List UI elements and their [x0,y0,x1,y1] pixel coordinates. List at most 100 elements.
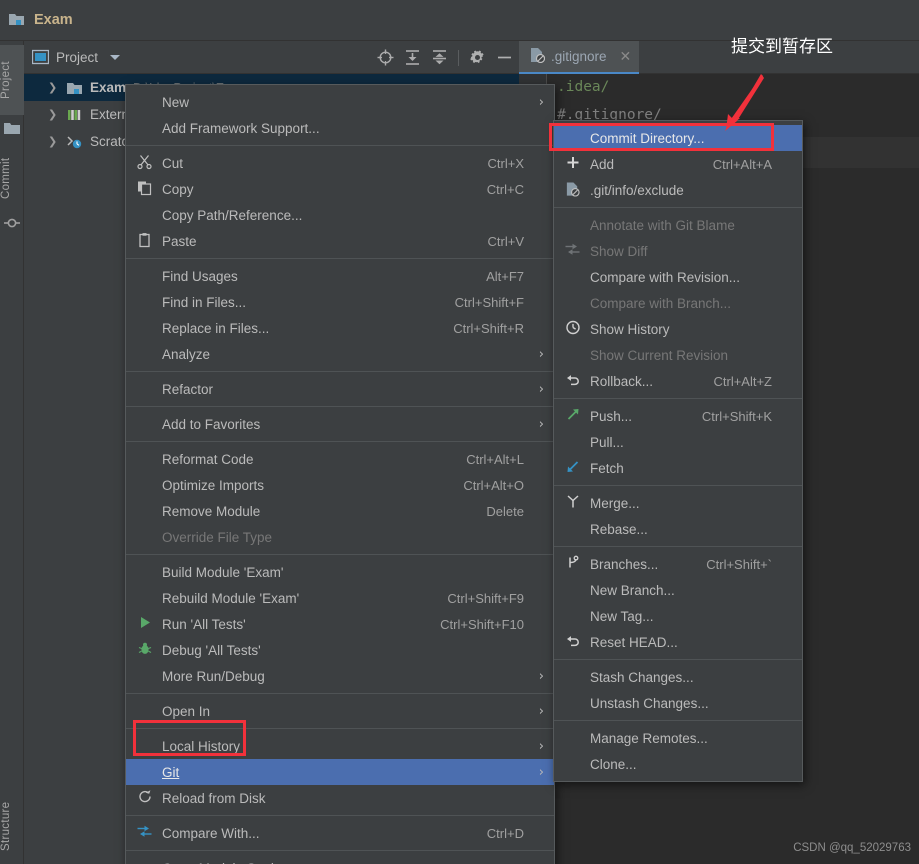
menu-item-shortcut: Ctrl+V [487,233,524,249]
menu-item-label: Unstash Changes... [590,695,709,711]
menu-item-reload-from-disk[interactable]: Reload from Disk [126,785,554,811]
tool-window-label: Project [0,61,12,99]
menu-item-reformat-code[interactable]: Reformat Code Ctrl+Alt+L [126,446,554,472]
menu-item-label: Find in Files... [162,294,247,310]
sidebar-item-structure[interactable]: Structure [0,787,24,864]
menu-item-show-history[interactable]: Show History [554,316,802,342]
menu-item-analyze[interactable]: Analyze › [126,341,554,367]
menu-item-label: Open Module Settings [162,861,296,864]
menu-item-unstash-changes[interactable]: Unstash Changes... [554,690,802,716]
menu-item-open-module-settings[interactable]: Open Module Settings F4 [126,855,554,864]
ide-window: Exam Project Commit Structure Project ❯ … [0,0,919,864]
menu-separator [554,720,802,721]
chevron-right-icon[interactable]: ❯ [48,81,62,94]
menu-item-label: Show History [590,321,670,337]
menu-item-label: New Branch... [590,582,675,598]
menu-item-shortcut: Ctrl+Shift+` [706,556,772,572]
chevron-right-icon[interactable]: ❯ [48,135,62,148]
chevron-down-icon[interactable] [110,54,121,60]
project-panel-toolbar [377,41,513,74]
menu-item-label: Copy Path/Reference... [162,207,303,223]
menu-item-label: Pull... [590,434,624,450]
expand-all-icon[interactable] [404,49,421,66]
menu-item-shortcut: Ctrl+Alt+O [463,477,524,493]
menu-separator [126,371,554,372]
menu-item-copy[interactable]: Copy Ctrl+C [126,176,554,202]
menu-item-refactor[interactable]: Refactor › [126,376,554,402]
menu-item-build-module[interactable]: Build Module 'Exam' [126,559,554,585]
menu-item-merge[interactable]: Merge... [554,490,802,516]
menu-item-add-to-favorites[interactable]: Add to Favorites › [126,411,554,437]
menu-item-paste[interactable]: Paste Ctrl+V [126,228,554,254]
menu-item-shortcut: Ctrl+Shift+K [701,408,772,424]
menu-item-remove-module[interactable]: Remove Module Delete [126,498,554,524]
context-menu[interactable]: New › Add Framework Support... Cut Ctrl+… [125,84,555,864]
menu-item-branches[interactable]: Branches... Ctrl+Shift+` [554,551,802,577]
menu-item-more-run-debug[interactable]: More Run/Debug › [126,663,554,689]
run-play-icon [136,616,153,633]
chevron-right-icon[interactable]: ❯ [48,108,62,121]
menu-item-find-usages[interactable]: Find Usages Alt+F7 [126,263,554,289]
menu-item-fetch[interactable]: Fetch [554,455,802,481]
menu-item-git[interactable]: Git › [126,759,554,785]
menu-item-new-branch[interactable]: New Branch... [554,577,802,603]
menu-item-rebase[interactable]: Rebase... [554,516,802,542]
menu-item-label: Remove Module [162,503,261,519]
menu-separator [126,728,554,729]
menu-item-local-history[interactable]: Local History › [126,733,554,759]
menu-item-stash-changes[interactable]: Stash Changes... [554,664,802,690]
copy-icon [136,181,153,198]
tree-item-label: Exam [90,80,127,95]
menu-item-rollback[interactable]: Rollback... Ctrl+Alt+Z [554,368,802,394]
menu-separator [126,693,554,694]
menu-item-compare-with[interactable]: Compare With... Ctrl+D [126,820,554,846]
menu-item-debug-all-tests[interactable]: Debug 'All Tests' [126,637,554,663]
menu-item-cut[interactable]: Cut Ctrl+X [126,150,554,176]
menu-item-label: Copy [162,181,194,197]
menu-item-shortcut: Ctrl+D [486,825,524,841]
menu-item-run-all-tests[interactable]: Run 'All Tests' Ctrl+Shift+F10 [126,611,554,637]
menu-item-show-current-revision: Show Current Revision [554,342,802,368]
menu-item-reset-head[interactable]: Reset HEAD... [554,629,802,655]
settings-gear-icon[interactable] [469,49,486,66]
menu-item-rebuild-module[interactable]: Rebuild Module 'Exam' Ctrl+Shift+F9 [126,585,554,611]
collapse-all-icon[interactable] [431,49,448,66]
chevron-right-icon: › [538,94,544,110]
menu-item-git-info-exclude[interactable]: .git/info/exclude [554,177,802,203]
menu-item-push[interactable]: Push... Ctrl+Shift+K [554,403,802,429]
menu-item-label: Reformat Code [162,451,254,467]
menu-item-label: Optimize Imports [162,477,265,493]
sidebar-item-commit[interactable]: Commit [0,145,24,211]
tab-gitignore[interactable]: .gitignore ✕ [519,41,640,74]
code-line: .idea/ [557,79,610,95]
menu-item-optimize-imports[interactable]: Optimize Imports Ctrl+Alt+O [126,472,554,498]
menu-item-new[interactable]: New › [126,89,554,115]
project-panel-title: Project [56,49,99,65]
menu-item-pull[interactable]: Pull... [554,429,802,455]
menu-item-new-tag[interactable]: New Tag... [554,603,802,629]
git-submenu[interactable]: Commit Directory... Add Ctrl+Alt+A .git/… [553,120,803,782]
locate-target-icon[interactable] [377,49,394,66]
menu-item-add[interactable]: Add Ctrl+Alt+A [554,151,802,177]
close-icon[interactable]: ✕ [620,48,632,65]
menu-item-compare-with-revision[interactable]: Compare with Revision... [554,264,802,290]
menu-item-label: Show Current Revision [590,347,729,363]
plus-icon [564,156,581,173]
sidebar-item-project[interactable]: Project [0,45,24,115]
menu-item-shortcut: Ctrl+X [487,155,524,171]
menu-item-label: More Run/Debug [162,668,265,684]
menu-item-open-in[interactable]: Open In › [126,698,554,724]
menu-item-shortcut: Ctrl+Alt+Z [713,373,772,389]
hide-minimize-icon[interactable] [496,49,513,66]
menu-item-add-framework-support[interactable]: Add Framework Support... [126,115,554,141]
menu-item-manage-remotes[interactable]: Manage Remotes... [554,725,802,751]
menu-item-replace-in-files[interactable]: Replace in Files... Ctrl+Shift+R [126,315,554,341]
menu-item-copy-path-reference[interactable]: Copy Path/Reference... [126,202,554,228]
menu-item-label: Manage Remotes... [590,730,708,746]
red-arrow-icon [725,74,764,131]
fetch-arrow-icon [564,460,581,477]
tab-label: .gitignore [551,49,607,64]
menu-item-clone[interactable]: Clone... [554,751,802,777]
editor-tab-bar: .gitignore ✕ [519,41,919,74]
menu-item-find-in-files[interactable]: Find in Files... Ctrl+Shift+F [126,289,554,315]
